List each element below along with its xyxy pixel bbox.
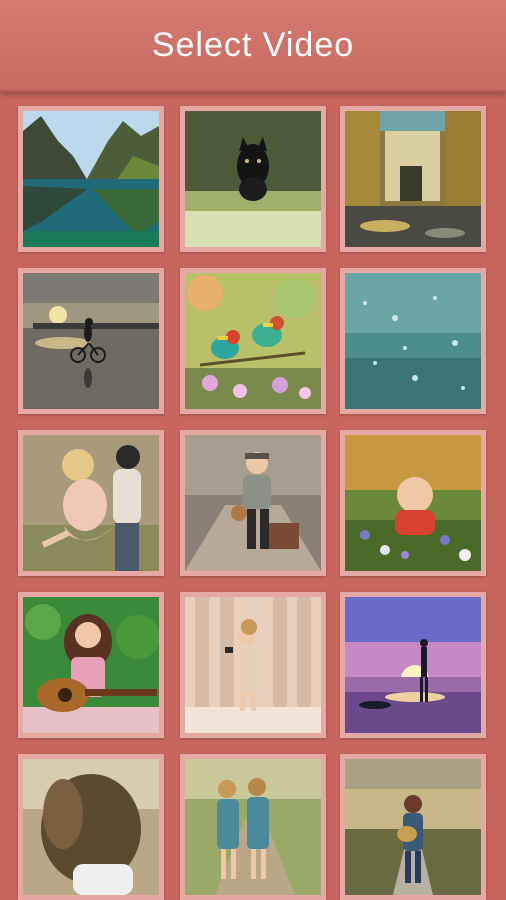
- rain-drops-image: [345, 273, 481, 409]
- video-thumbnail-smiling-baby[interactable]: [340, 430, 486, 576]
- silhouette-sunset-image: [345, 597, 481, 733]
- video-grid: [0, 90, 506, 900]
- video-thumbnail-bee-eater-birds[interactable]: [180, 268, 326, 414]
- video-thumbnail-rainy-street[interactable]: [340, 106, 486, 252]
- video-thumbnail-windblown-hair[interactable]: [18, 754, 164, 900]
- page-title: Select Video: [151, 25, 355, 64]
- girl-with-camera-image: [185, 597, 321, 733]
- black-cat-image: [185, 111, 321, 247]
- rainy-street-image: [345, 111, 481, 247]
- guitar-road-image: [345, 759, 481, 895]
- embracing-couple-image: [23, 435, 159, 571]
- video-thumbnail-twin-girls[interactable]: [180, 754, 326, 900]
- video-thumbnail-sunset-cyclist[interactable]: [18, 268, 164, 414]
- boy-with-suitcase-image: [185, 435, 321, 571]
- twin-girls-image: [185, 759, 321, 895]
- video-thumbnail-guitar-road[interactable]: [340, 754, 486, 900]
- girl-with-guitar-image: [23, 597, 159, 733]
- video-thumbnail-mountain-lake[interactable]: [18, 106, 164, 252]
- bee-eater-birds-image: [185, 273, 321, 409]
- windblown-hair-image: [23, 759, 159, 895]
- video-thumbnail-rain-drops[interactable]: [340, 268, 486, 414]
- mountain-lake-image: [23, 111, 159, 247]
- smiling-baby-image: [345, 435, 481, 571]
- video-thumbnail-girl-with-camera[interactable]: [180, 592, 326, 738]
- video-thumbnail-boy-with-suitcase[interactable]: [180, 430, 326, 576]
- video-thumbnail-silhouette-sunset[interactable]: [340, 592, 486, 738]
- app-header: Select Video: [0, 0, 506, 92]
- sunset-cyclist-image: [23, 273, 159, 409]
- video-thumbnail-black-cat[interactable]: [180, 106, 326, 252]
- video-thumbnail-embracing-couple[interactable]: [18, 430, 164, 576]
- video-thumbnail-girl-with-guitar[interactable]: [18, 592, 164, 738]
